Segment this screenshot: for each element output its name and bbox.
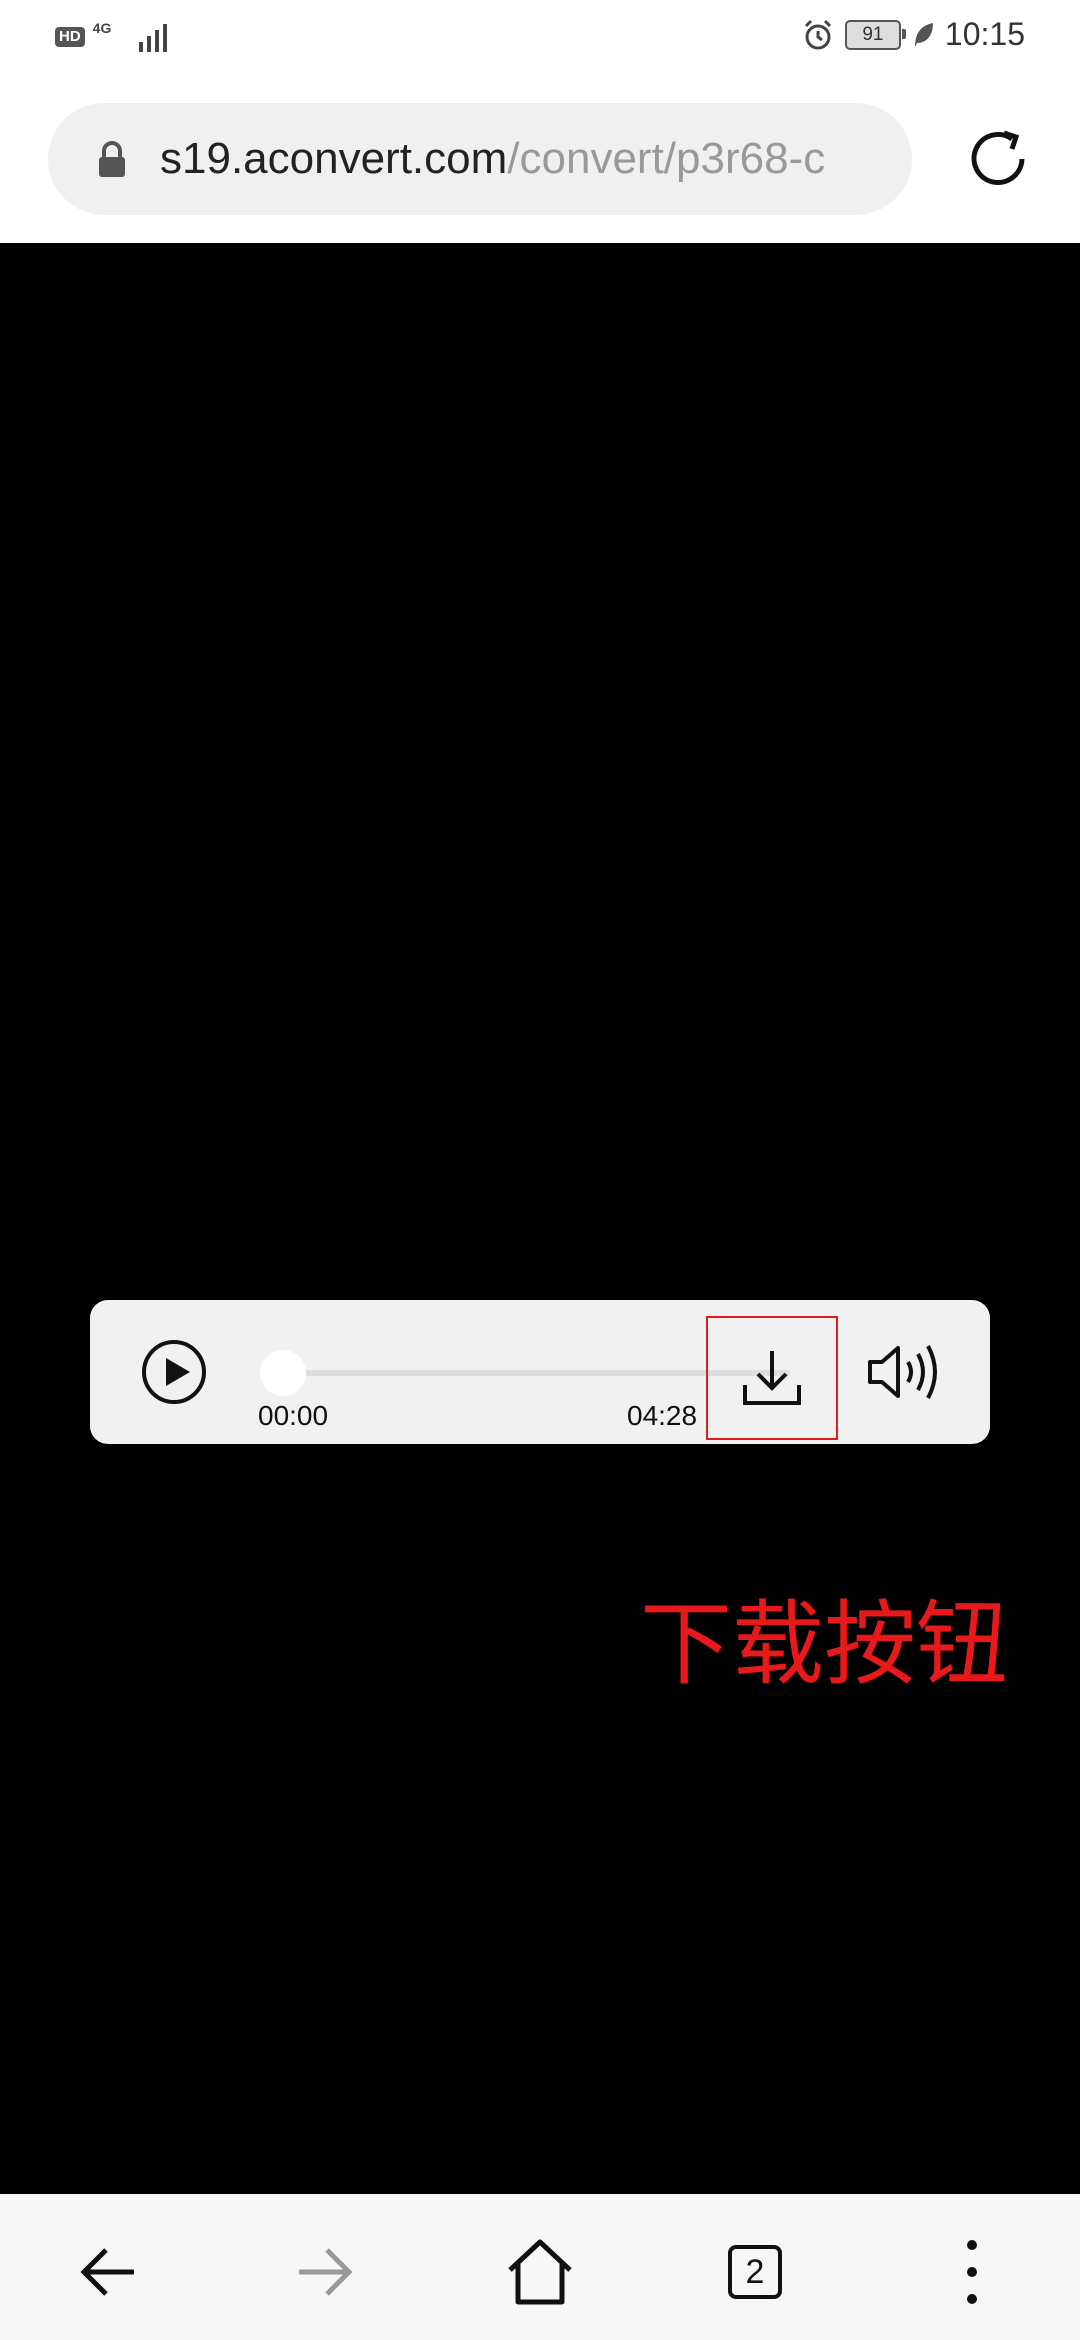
back-button[interactable] — [68, 2232, 148, 2312]
menu-button[interactable] — [932, 2232, 1012, 2312]
signal-icon — [138, 24, 167, 52]
tabs-button[interactable]: 2 — [715, 2232, 795, 2312]
volume-icon[interactable] — [866, 1340, 940, 1404]
back-arrow-icon — [80, 2248, 134, 2296]
forward-button[interactable] — [285, 2232, 365, 2312]
url-host: s19.aconvert.com — [160, 134, 508, 183]
current-time: 00:00 — [258, 1400, 329, 1431]
download-annotation: 下载按钮 — [640, 1591, 1009, 1698]
bottom-nav: 2 — [0, 2194, 1080, 2340]
home-button[interactable] — [500, 2232, 580, 2312]
tabs-count: 2 — [728, 2245, 782, 2299]
alarm-icon — [804, 19, 831, 49]
battery-level: 91 — [862, 23, 884, 45]
url-path: /convert/p3r68-c — [507, 134, 826, 183]
battery-indicator: 91 — [844, 19, 906, 50]
signal-group: 4G — [93, 20, 183, 54]
reload-icon[interactable] — [960, 121, 1036, 197]
lock-icon — [99, 141, 125, 177]
status-time: 10:15 — [944, 16, 1025, 52]
forward-arrow-icon — [299, 2248, 353, 2296]
status-right: 91 10:15 — [801, 16, 1025, 53]
browser-toolbar: s19.aconvert.com/convert/p3r68-c — [0, 75, 1080, 243]
address-bar[interactable]: s19.aconvert.com/convert/p3r68-c — [48, 103, 912, 215]
more-vert-icon — [967, 2240, 977, 2304]
hd-badge: HD — [55, 27, 85, 47]
leaf-icon — [914, 22, 933, 47]
play-icon[interactable] — [140, 1338, 208, 1406]
download-button[interactable] — [706, 1316, 838, 1440]
download-icon — [743, 1351, 801, 1405]
progress-thumb[interactable] — [260, 1350, 306, 1396]
status-bar: HD 4G 91 10:15 — [0, 0, 1080, 75]
audio-player: 00:00 04:28 — [90, 1300, 990, 1444]
url-text[interactable]: s19.aconvert.com/convert/p3r68-c — [160, 134, 890, 184]
home-icon — [508, 2239, 572, 2305]
status-left: HD 4G — [55, 20, 183, 54]
total-time: 04:28 — [627, 1400, 698, 1431]
